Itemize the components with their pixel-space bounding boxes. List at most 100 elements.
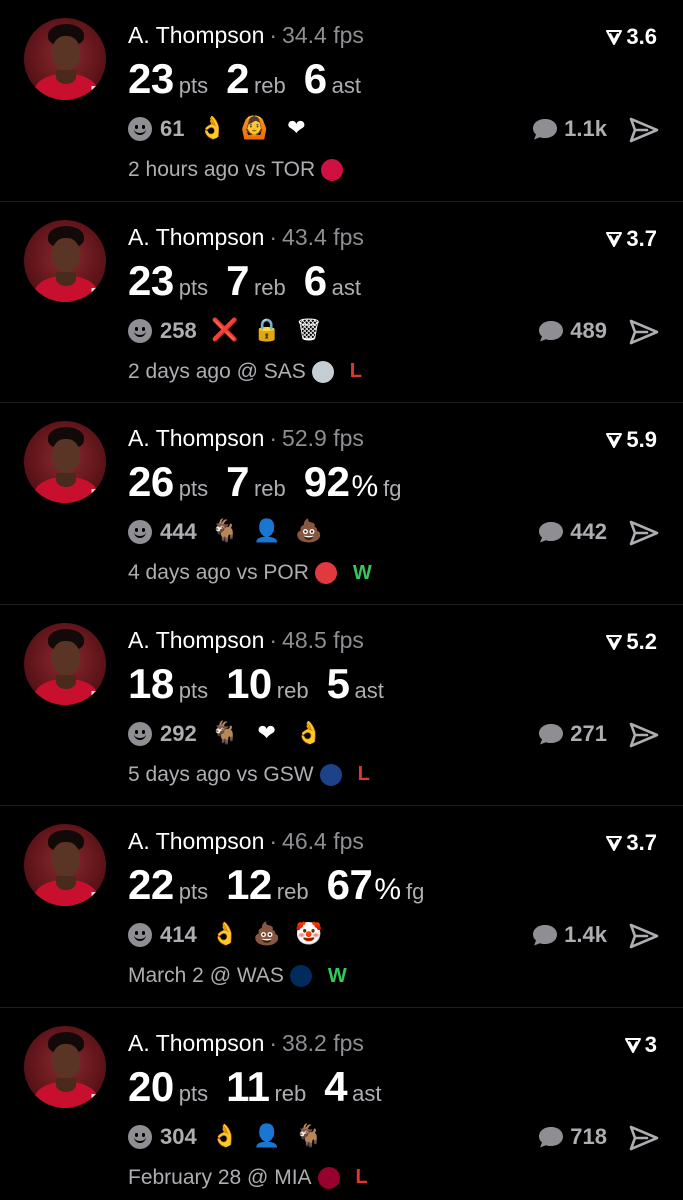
player-avatar[interactable]: R [24,1025,106,1108]
smiley-react-icon[interactable] [128,1124,152,1149]
post-card[interactable]: R A. Thompson · 46.4 fps 3.7 22 pts 12 reb 67%… [0,806,683,1008]
game-info[interactable]: 2 hours ago vs TOR [128,158,359,182]
post-header: A. Thompson · 38.2 fps [128,1028,364,1058]
game-info[interactable]: 5 days ago vs GSW L [128,763,370,787]
comments-button[interactable]: 442 [538,519,607,545]
player-name[interactable]: A. Thompson [128,22,264,48]
share-icon[interactable] [629,519,659,547]
spurs-logo-icon [311,360,334,383]
comment-count: 718 [570,1123,607,1149]
reaction-emoji[interactable]: 👌 [295,721,323,747]
comment-bubble-icon [533,925,558,946]
comments-button[interactable]: 271 [538,721,607,747]
reaction-emoji[interactable]: 🗑 [295,318,323,344]
share-icon[interactable] [629,721,659,749]
comment-bubble-icon [539,522,564,543]
share-icon[interactable] [629,922,659,950]
comment-count: 442 [570,519,607,544]
comments-button[interactable]: 718 [538,1124,607,1150]
stat-line: 23 pts 2 reb 6 ast [128,55,379,103]
reaction-emoji[interactable]: 🤡 [295,922,323,948]
reaction-count[interactable]: 258 [160,318,197,344]
game-info[interactable]: February 28 @ MIA L [128,1166,368,1190]
reaction-emoji[interactable]: 🙆 [240,116,268,142]
player-name[interactable]: A. Thompson [128,224,264,250]
rating-value: 5.2 [626,628,657,654]
player-avatar[interactable]: R [24,421,106,503]
player-avatar[interactable]: R [24,622,106,705]
game-time-opponent: 5 days ago vs GSW [128,762,314,786]
reaction-emoji[interactable]: 👤 [253,1124,281,1150]
separator: · [269,1029,278,1056]
reaction-emoji[interactable]: 🐐 [211,721,239,747]
rating-icon [624,1037,641,1053]
reaction-emoji[interactable]: 👌 [198,116,226,142]
share-icon[interactable] [629,116,659,144]
player-name[interactable]: A. Thompson [128,1030,264,1056]
comments-button[interactable]: 1.1k [532,116,607,142]
stat-line: 22 pts 12 reb 67% fg [128,861,442,909]
game-info[interactable]: 2 days ago @ SAS L [128,360,362,384]
reactions-bar: 258 ❌ 🔒 🗑 [128,318,323,344]
share-icon[interactable] [629,1124,659,1152]
comments-button[interactable]: 489 [538,318,607,344]
fps-value: 46.4 fps [282,828,364,854]
fps-value: 48.5 fps [282,626,364,653]
reaction-emoji[interactable]: 🐐 [295,1124,323,1150]
player-name[interactable]: A. Thompson [128,828,264,854]
rating-icon [606,30,623,45]
reaction-emoji[interactable]: ❤ [282,116,310,142]
smiley-react-icon[interactable] [128,520,152,544]
smiley-react-icon[interactable] [128,923,152,947]
smiley-react-icon[interactable] [128,721,152,746]
reaction-emoji[interactable]: 🔒 [253,318,281,344]
reaction-count[interactable]: 414 [160,922,197,948]
post-header: A. Thompson · 34.4 fps [128,20,364,50]
player-avatar[interactable]: R [24,18,106,100]
player-name[interactable]: A. Thompson [128,627,264,653]
comments-button[interactable]: 1.4k [532,922,607,948]
reaction-emoji[interactable]: 👤 [253,519,281,545]
player-avatar[interactable]: R [24,219,106,302]
stat-label: reb [276,879,309,904]
reaction-count[interactable]: 292 [160,721,197,747]
reaction-emoji[interactable]: ❌ [211,318,239,344]
post-card[interactable]: R A. Thompson · 43.4 fps 3.7 23 pts 7 reb 6 ast… [0,202,683,403]
reaction-emoji[interactable]: 💩 [295,519,323,545]
reaction-emoji[interactable]: 💩 [253,922,281,948]
stat-value: 4 [324,1062,348,1110]
post-card[interactable]: R A. Thompson · 38.2 fps 3 20 pts 11 reb 4 ast … [0,1008,683,1200]
separator: · [269,626,278,653]
player-name[interactable]: A. Thompson [128,425,264,451]
reaction-count[interactable]: 61 [160,116,184,142]
fps-value: 52.9 fps [282,425,364,451]
stat-reb: 10 reb [226,660,309,708]
player-avatar[interactable]: R [24,824,106,906]
reaction-emoji[interactable]: 👌 [211,922,239,948]
reaction-emoji[interactable]: 👌 [211,1124,239,1150]
game-result: W [327,964,347,987]
reaction-emoji[interactable]: 🐐 [211,519,239,545]
stat-label: reb [253,476,286,501]
post-card[interactable]: R A. Thompson · 48.5 fps 5.2 18 pts 10 reb 5 as… [0,605,683,806]
smiley-react-icon[interactable] [128,318,152,343]
comment-count: 1.1k [564,116,607,141]
reactions-bar: 292 🐐 ❤ 👌 [128,721,323,747]
post-card[interactable]: R A. Thompson · 34.4 fps 3.6 23 pts 2 reb 6 ast… [0,0,683,202]
reaction-count[interactable]: 444 [160,519,197,545]
smiley-react-icon[interactable] [128,117,152,141]
blazers-logo-icon [314,562,337,584]
comment-count: 271 [570,720,607,746]
game-info[interactable]: March 2 @ WAS W [128,964,347,988]
reaction-count[interactable]: 304 [160,1124,197,1150]
stat-value: 92 [303,458,350,505]
game-info[interactable]: 4 days ago vs POR W [128,561,372,585]
stat-line: 23 pts 7 reb 6 ast [128,257,379,305]
reactions-bar: 304 👌 👤 🐐 [128,1124,323,1150]
post-card[interactable]: R A. Thompson · 52.9 fps 5.9 26 pts 7 reb 92% f… [0,403,683,605]
share-icon[interactable] [629,318,659,346]
stat-label: ast [354,677,384,703]
reaction-emoji[interactable]: ❤ [253,721,281,747]
game-time-opponent: 2 hours ago vs TOR [128,158,316,181]
stat-label: reb [253,73,286,98]
